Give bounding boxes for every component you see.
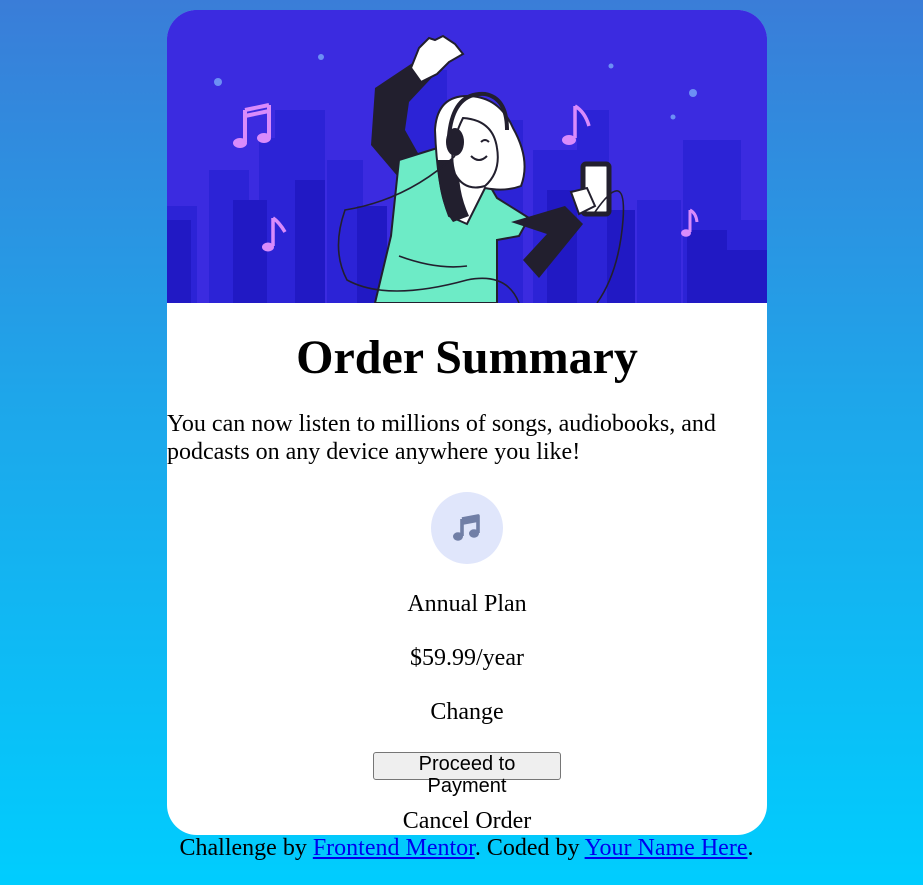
attribution-middle: . Coded by [474,835,585,861]
attribution-prefix: Challenge by [179,835,313,861]
attribution-suffix: . [747,835,754,861]
change-plan-link[interactable]: Change [167,698,767,726]
frontend-mentor-link[interactable]: Frontend Mentor [313,835,475,861]
plan-price: $59.99/year [410,645,524,671]
woman-listening-to-music-illustration [167,10,767,303]
plan-name: Annual Plan [407,591,527,617]
attribution: Challenge by Frontend Mentor. Coded by Y… [0,834,923,862]
order-summary-card: Order Summary You can now listen to mill… [167,10,767,835]
cancel-order-button[interactable]: Cancel Order [167,807,767,835]
order-description: You can now listen to millions of songs,… [167,411,716,465]
page-title: Order Summary [296,331,638,384]
music-note-icon [453,514,480,541]
author-link[interactable]: Your Name Here [585,835,748,861]
plan-icon-circle [431,492,503,564]
hero-illustration [167,10,767,303]
proceed-to-payment-button[interactable]: Proceed to Payment [373,752,561,797]
